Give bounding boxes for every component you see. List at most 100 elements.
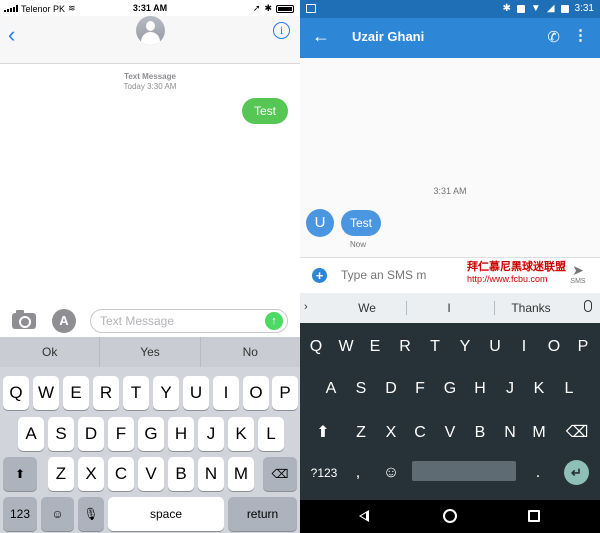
key-o[interactable]: O <box>243 376 269 410</box>
sent-message-bubble[interactable]: Test <box>241 98 288 124</box>
shift-key[interactable]: ⬆ <box>308 419 338 447</box>
key-g[interactable]: G <box>435 375 465 403</box>
message-input[interactable]: Text Message ↑ <box>90 309 288 333</box>
suggestion-thanks[interactable]: Thanks <box>486 301 576 315</box>
nav-recents-icon[interactable] <box>528 510 540 522</box>
suggestion-ok[interactable]: Ok <box>0 337 101 367</box>
key-d[interactable]: D <box>376 375 406 403</box>
chevron-right-icon[interactable]: › <box>304 301 308 313</box>
key-g[interactable]: G <box>138 417 164 451</box>
nav-home-icon[interactable] <box>443 509 457 523</box>
suggestion-yes[interactable]: Yes <box>100 337 201 367</box>
key-l[interactable]: L <box>554 375 584 403</box>
delete-key[interactable]: ⌫ <box>263 457 297 491</box>
key-e[interactable]: E <box>63 376 89 410</box>
suggestion-i[interactable]: I <box>404 301 494 315</box>
ios-nav-bar: ‹ i <box>0 16 300 64</box>
key-q[interactable]: Q <box>301 333 331 361</box>
key-k[interactable]: K <box>524 375 554 403</box>
key-t[interactable]: T <box>420 333 450 361</box>
emoji-key[interactable]: ☺ <box>376 459 406 487</box>
key-b[interactable]: B <box>465 419 495 447</box>
key-b[interactable]: B <box>168 457 194 491</box>
return-key[interactable]: return <box>228 497 297 531</box>
key-j[interactable]: J <box>198 417 224 451</box>
key-n[interactable]: N <box>198 457 224 491</box>
key-n[interactable]: N <box>495 419 525 447</box>
dictation-key[interactable]: 🎙 <box>78 497 104 531</box>
key-c[interactable]: C <box>108 457 134 491</box>
key-m[interactable]: M <box>524 419 554 447</box>
key-z[interactable]: Z <box>346 419 376 447</box>
key-p[interactable]: P <box>272 376 298 410</box>
key-v[interactable]: V <box>435 419 465 447</box>
key-m[interactable]: M <box>228 457 254 491</box>
received-message-bubble[interactable]: Test <box>341 210 382 236</box>
send-icon[interactable]: ↑ <box>265 312 283 330</box>
emoji-key[interactable]: ☺ <box>41 497 74 531</box>
key-z[interactable]: Z <box>48 457 74 491</box>
key-o[interactable]: O <box>539 333 569 361</box>
key-c[interactable]: C <box>405 419 435 447</box>
send-sms-button[interactable]: ➤ SMS <box>568 262 588 285</box>
key-k[interactable]: K <box>228 417 254 451</box>
key-u[interactable]: U <box>480 333 510 361</box>
key-h[interactable]: H <box>465 375 495 403</box>
key-d[interactable]: D <box>78 417 104 451</box>
app-store-icon[interactable]: A <box>52 309 76 333</box>
key-t[interactable]: T <box>123 376 149 410</box>
key-a[interactable]: A <box>18 417 44 451</box>
key-w[interactable]: W <box>331 333 361 361</box>
key-s[interactable]: S <box>48 417 74 451</box>
key-i[interactable]: I <box>509 333 539 361</box>
key-x[interactable]: X <box>78 457 104 491</box>
comma-key[interactable]: , <box>348 459 368 487</box>
key-u[interactable]: U <box>183 376 209 410</box>
key-r[interactable]: R <box>390 333 420 361</box>
space-key[interactable] <box>412 461 516 481</box>
nav-back-icon[interactable] <box>359 510 369 522</box>
key-e[interactable]: E <box>360 333 390 361</box>
android-nav-bar <box>300 500 600 533</box>
suggestion-we[interactable]: We <box>322 301 412 315</box>
key-y[interactable]: Y <box>153 376 179 410</box>
key-i[interactable]: I <box>213 376 239 410</box>
sms-input[interactable]: Type an SMS m <box>341 268 426 282</box>
key-f[interactable]: F <box>405 375 435 403</box>
contact-avatar[interactable]: U <box>306 209 334 237</box>
symbols-key[interactable]: ?123 <box>308 459 340 487</box>
camera-icon[interactable] <box>12 310 36 329</box>
ios-compose-bar: A Text Message ↑ <box>0 307 300 337</box>
numbers-key[interactable]: 123 <box>3 497 37 531</box>
key-j[interactable]: J <box>495 375 525 403</box>
mic-icon[interactable] <box>584 300 592 312</box>
key-y[interactable]: Y <box>450 333 480 361</box>
ios-screen: Telenor PK ≋ 3:31 AM ➚ ✱ ‹ i Text Messag… <box>0 0 300 533</box>
key-s[interactable]: S <box>346 375 376 403</box>
key-v[interactable]: V <box>138 457 164 491</box>
key-r[interactable]: R <box>93 376 119 410</box>
key-h[interactable]: H <box>168 417 194 451</box>
backspace-key[interactable]: ⌫ <box>562 419 592 447</box>
ios-suggestion-bar: Ok Yes No <box>0 337 300 367</box>
info-icon[interactable]: i <box>273 22 290 39</box>
key-f[interactable]: F <box>108 417 134 451</box>
key-a[interactable]: A <box>316 375 346 403</box>
key-x[interactable]: X <box>376 419 406 447</box>
key-p[interactable]: P <box>568 333 598 361</box>
suggestion-no[interactable]: No <box>201 337 300 367</box>
back-arrow-icon[interactable]: ← <box>312 26 330 47</box>
back-icon[interactable]: ‹ <box>8 22 15 48</box>
bluetooth-icon: ✱ <box>264 3 272 13</box>
shift-key[interactable]: ⬆ <box>3 457 37 491</box>
more-options-icon[interactable]: ⋮ <box>573 26 588 44</box>
key-w[interactable]: W <box>33 376 59 410</box>
add-attachment-icon[interactable]: + <box>312 268 327 283</box>
period-key[interactable]: . <box>528 459 548 487</box>
key-l[interactable]: L <box>258 417 284 451</box>
contact-avatar[interactable] <box>136 16 165 45</box>
space-key[interactable]: space <box>108 497 224 531</box>
key-q[interactable]: Q <box>3 376 29 410</box>
phone-icon[interactable]: ✆ <box>547 28 560 46</box>
enter-key[interactable]: ↵ <box>564 460 589 485</box>
